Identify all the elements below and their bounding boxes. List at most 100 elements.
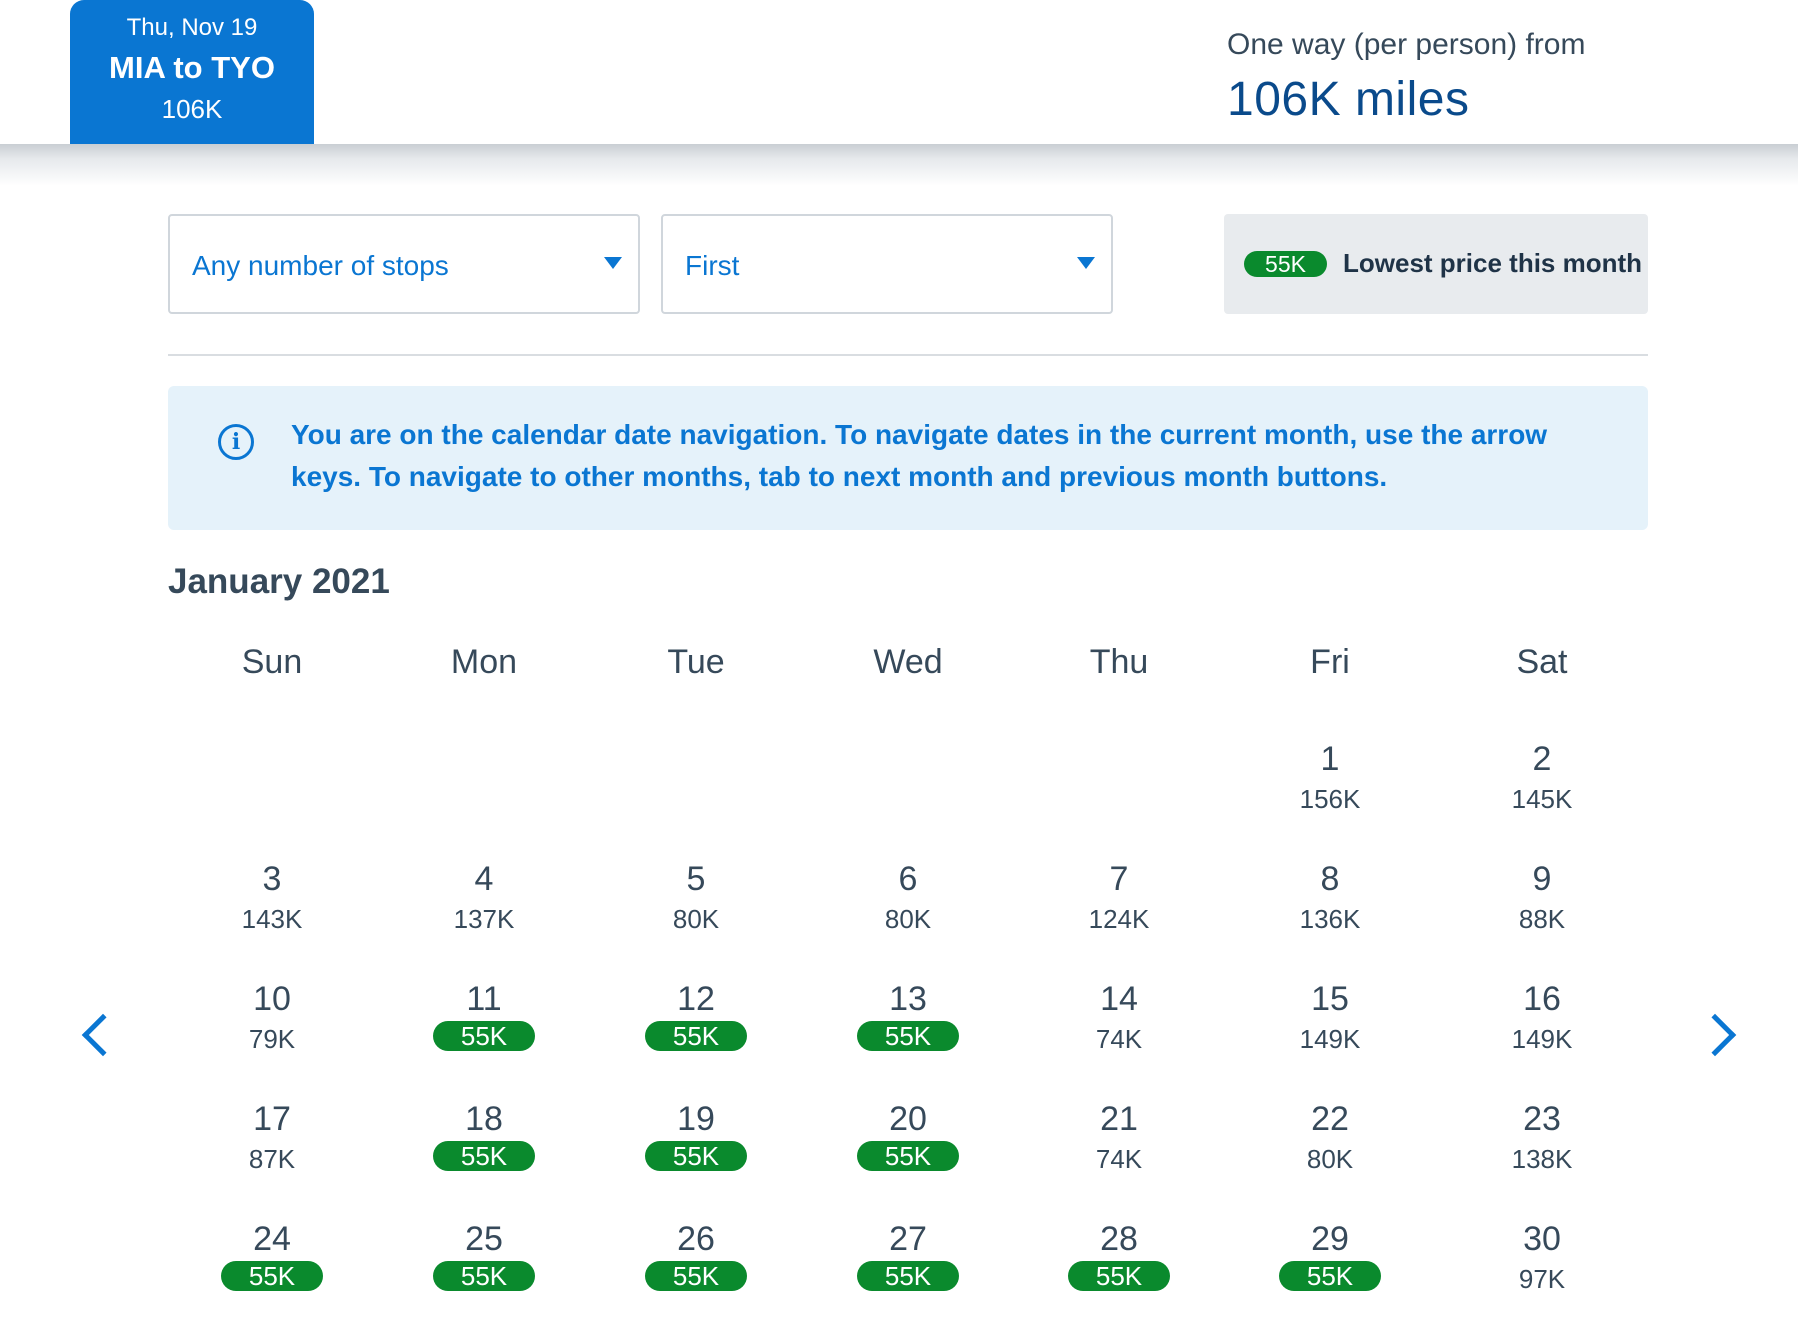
day-number: 28 bbox=[1100, 1220, 1138, 1258]
day-price: 74K bbox=[1095, 1144, 1143, 1174]
weekday-sun: Sun bbox=[241, 643, 303, 681]
weekday-fri: Fri bbox=[1310, 643, 1350, 681]
weekday-wed: Wed bbox=[873, 643, 943, 681]
day-price: 74K bbox=[1095, 1024, 1143, 1054]
next-month-icon[interactable] bbox=[1693, 1013, 1737, 1057]
day-number: 2 bbox=[1532, 740, 1552, 778]
calendar-day[interactable]: 14 74K bbox=[1013, 980, 1225, 1080]
day-price: 143K bbox=[241, 904, 303, 934]
day-price-lowest-badge: 55K bbox=[433, 1261, 535, 1291]
calendar-day[interactable]: 19 55K bbox=[590, 1100, 802, 1200]
calendar-day[interactable]: 15 149K bbox=[1224, 980, 1436, 1080]
calendar-day[interactable]: 1 156K bbox=[1224, 740, 1436, 840]
calendar-day[interactable]: 22 80K bbox=[1224, 1100, 1436, 1200]
day-price: 80K bbox=[1306, 1144, 1354, 1174]
day-price: 80K bbox=[672, 904, 720, 934]
day-number: 19 bbox=[677, 1100, 715, 1138]
calendar-day[interactable]: 18 55K bbox=[378, 1100, 590, 1200]
calendar-day[interactable]: 20 55K bbox=[802, 1100, 1014, 1200]
day-number: 7 bbox=[1109, 860, 1129, 898]
calendar-day[interactable]: 21 74K bbox=[1013, 1100, 1225, 1200]
day-price-lowest-badge: 55K bbox=[645, 1021, 747, 1051]
day-number: 6 bbox=[898, 860, 918, 898]
day-number: 9 bbox=[1532, 860, 1552, 898]
day-number: 25 bbox=[465, 1220, 503, 1258]
calendar-day[interactable]: 6 80K bbox=[802, 860, 1014, 960]
calendar-day[interactable]: 8 136K bbox=[1224, 860, 1436, 960]
day-price: 80K bbox=[884, 904, 932, 934]
weekday-tue: Tue bbox=[667, 643, 725, 681]
calendar-day[interactable]: 12 55K bbox=[590, 980, 802, 1080]
header-shadow bbox=[0, 144, 1798, 186]
fare-amount: 106K miles bbox=[1227, 73, 1470, 126]
day-price: 124K bbox=[1088, 904, 1150, 934]
calendar-day[interactable]: 28 55K bbox=[1013, 1220, 1225, 1320]
previous-month-icon[interactable] bbox=[81, 1013, 125, 1057]
day-number: 16 bbox=[1523, 980, 1561, 1018]
day-price-lowest-badge: 55K bbox=[433, 1021, 535, 1051]
day-price: 149K bbox=[1299, 1024, 1361, 1054]
day-price-lowest-badge: 55K bbox=[1279, 1261, 1381, 1291]
cabin-select[interactable]: First bbox=[661, 214, 1113, 314]
calendar-day[interactable]: 9 88K bbox=[1436, 860, 1648, 960]
weekday-mon: Mon bbox=[450, 643, 518, 681]
day-number: 3 bbox=[262, 860, 282, 898]
trip-price: 106K bbox=[161, 94, 223, 124]
trip-tab[interactable]: Thu, Nov 19 MIA to TYO 106K bbox=[70, 0, 314, 144]
day-number: 26 bbox=[677, 1220, 715, 1258]
day-number: 5 bbox=[686, 860, 706, 898]
day-number: 14 bbox=[1100, 980, 1138, 1018]
day-price: 88K bbox=[1518, 904, 1566, 934]
day-number: 30 bbox=[1523, 1220, 1561, 1258]
day-number: 24 bbox=[253, 1220, 291, 1258]
day-price-lowest-badge: 55K bbox=[645, 1141, 747, 1171]
day-number: 23 bbox=[1523, 1100, 1561, 1138]
day-price: 87K bbox=[248, 1144, 296, 1174]
weekday-thu: Thu bbox=[1089, 643, 1149, 681]
calendar-day[interactable]: 11 55K bbox=[378, 980, 590, 1080]
lowest-price-legend: 55K Lowest price this month bbox=[1224, 214, 1648, 314]
lowest-price-label: Lowest price this month bbox=[1343, 248, 1643, 278]
calendar-day[interactable]: 17 87K bbox=[166, 1100, 378, 1200]
day-price: 156K bbox=[1299, 784, 1361, 814]
calendar-day[interactable]: 25 55K bbox=[378, 1220, 590, 1320]
cabin-select-value: First bbox=[685, 250, 740, 281]
day-number: 1 bbox=[1320, 740, 1340, 778]
day-number: 21 bbox=[1100, 1100, 1138, 1138]
calendar-day[interactable]: 5 80K bbox=[590, 860, 802, 960]
calendar-day[interactable]: 26 55K bbox=[590, 1220, 802, 1320]
calendar-day[interactable]: 2 145K bbox=[1436, 740, 1648, 840]
calendar-day[interactable]: 3 143K bbox=[166, 860, 378, 960]
calendar-day[interactable]: 7 124K bbox=[1013, 860, 1225, 960]
fare-summary: One way (per person) from 106K miles bbox=[1227, 28, 1585, 127]
calendar-day[interactable]: 30 97K bbox=[1436, 1220, 1648, 1320]
info-text: You are on the calendar date navigation.… bbox=[291, 419, 1548, 492]
calendar-day[interactable]: 16 149K bbox=[1436, 980, 1648, 1080]
day-number: 18 bbox=[465, 1100, 503, 1138]
calendar-day[interactable]: 23 138K bbox=[1436, 1100, 1648, 1200]
calendar-day[interactable]: 27 55K bbox=[802, 1220, 1014, 1320]
day-price-lowest-badge: 55K bbox=[857, 1021, 959, 1051]
day-price: 145K bbox=[1511, 784, 1573, 814]
stops-select[interactable]: Any number of stops bbox=[168, 214, 640, 314]
day-price-lowest-badge: 55K bbox=[1068, 1261, 1170, 1291]
day-number: 8 bbox=[1320, 860, 1340, 898]
day-number: 12 bbox=[677, 980, 715, 1018]
day-price: 138K bbox=[1511, 1144, 1573, 1174]
day-price-lowest-badge: 55K bbox=[857, 1261, 959, 1291]
calendar-day[interactable]: 10 79K bbox=[166, 980, 378, 1080]
trip-date: Thu, Nov 19 bbox=[126, 14, 258, 41]
calendar-day[interactable]: 13 55K bbox=[802, 980, 1014, 1080]
day-price-lowest-badge: 55K bbox=[221, 1261, 323, 1291]
day-price-lowest-badge: 55K bbox=[433, 1141, 535, 1171]
day-number: 29 bbox=[1311, 1220, 1349, 1258]
stops-select-value: Any number of stops bbox=[192, 250, 449, 281]
calendar-day[interactable]: 4 137K bbox=[378, 860, 590, 960]
day-number: 27 bbox=[889, 1220, 927, 1258]
calendar-day[interactable]: 29 55K bbox=[1224, 1220, 1436, 1320]
chevron-down-icon bbox=[604, 257, 622, 269]
fare-label: One way (per person) from bbox=[1227, 28, 1586, 61]
header: Thu, Nov 19 MIA to TYO 106K One way (per… bbox=[0, 0, 1798, 144]
trip-route: MIA to TYO bbox=[109, 50, 275, 85]
calendar-day[interactable]: 24 55K bbox=[166, 1220, 378, 1320]
